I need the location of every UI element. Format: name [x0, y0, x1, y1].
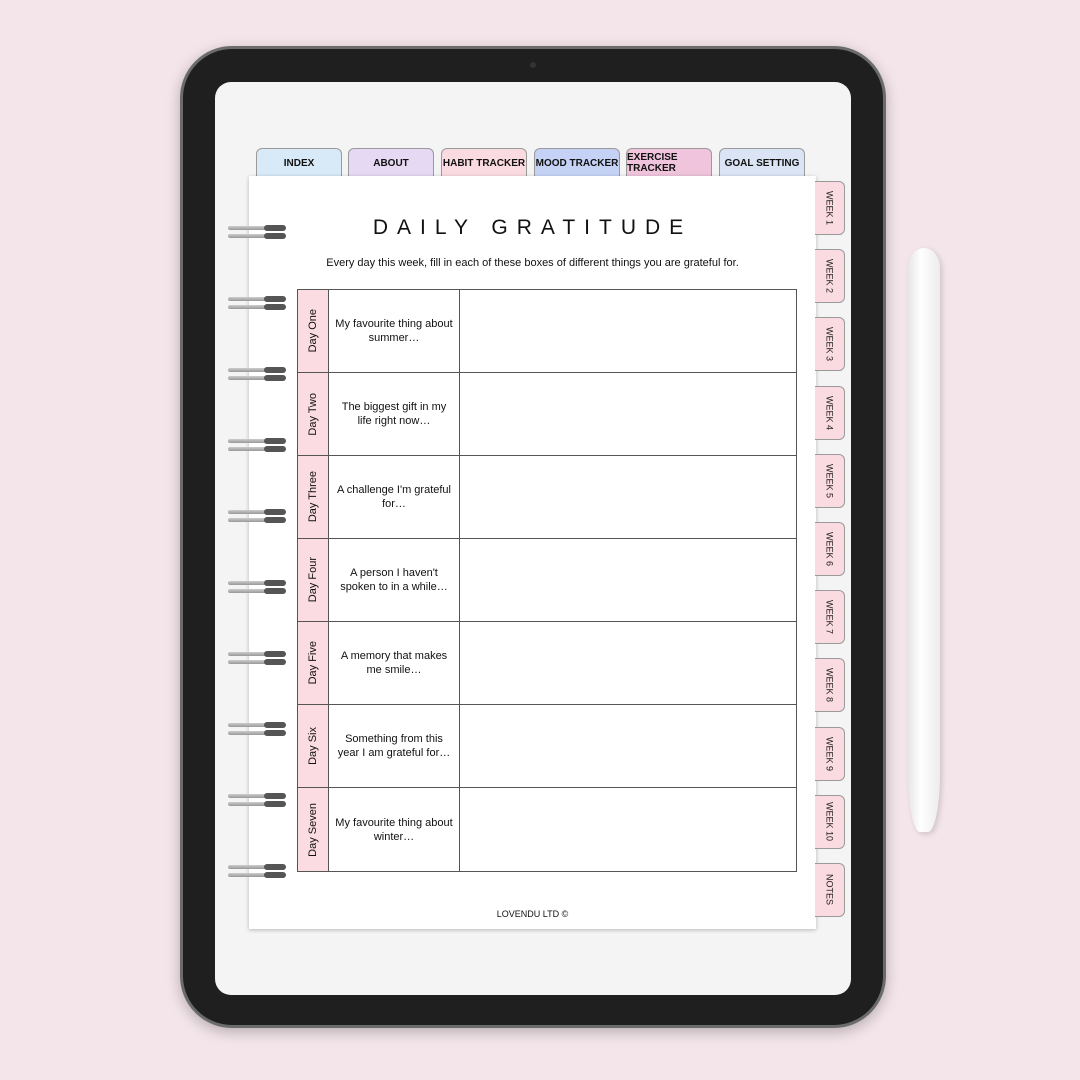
- tab-index[interactable]: INDEX: [256, 148, 342, 177]
- tab-mood-tracker[interactable]: MOOD TRACKER: [534, 148, 620, 177]
- day-label: Day Three: [307, 471, 319, 523]
- footer-copyright: LOVENDU LTD ©: [496, 909, 569, 919]
- tab-habit-tracker[interactable]: HABIT TRACKER: [441, 148, 527, 177]
- day-label-cell: Day One: [298, 290, 329, 372]
- side-tab-label: WEEK 10: [824, 802, 835, 842]
- side-tab-week-9[interactable]: WEEK 9: [815, 726, 845, 781]
- binder-ring: [228, 508, 286, 526]
- side-tab-label: WEEK 4: [824, 395, 835, 430]
- day-label-cell: Day Seven: [298, 788, 329, 871]
- binder-ring: [228, 721, 286, 739]
- side-tab-week-7[interactable]: WEEK 7: [815, 590, 845, 645]
- side-tab-notes[interactable]: NOTES: [815, 863, 845, 917]
- binder-ring: [228, 863, 286, 881]
- side-tab-label: WEEK 5: [824, 463, 835, 498]
- gratitude-table: Day One My favourite thing about summer… D…: [297, 289, 797, 872]
- table-row: Day One My favourite thing about summer…: [298, 290, 796, 373]
- side-tab-week-5[interactable]: WEEK 5: [815, 453, 845, 508]
- table-row: Day Four A person I haven't spoken to in …: [298, 539, 796, 622]
- binder-ring: [228, 579, 286, 597]
- answer-box[interactable]: [460, 705, 796, 787]
- prompt-cell: My favourite thing about winter…: [329, 788, 460, 871]
- side-tab-label: NOTES: [824, 874, 835, 906]
- day-label-cell: Day Five: [298, 622, 329, 704]
- table-row: Day Three A challenge I'm grateful for…: [298, 456, 796, 539]
- binder-ring: [228, 792, 286, 810]
- prompt-cell: A challenge I'm grateful for…: [329, 456, 460, 538]
- answer-box[interactable]: [460, 456, 796, 538]
- day-label: Day Five: [307, 641, 319, 685]
- tab-exercise-tracker[interactable]: EXERCISE TRACKER: [626, 148, 712, 177]
- prompt-cell: A memory that makes me smile…: [329, 622, 460, 704]
- page-subtitle: Every day this week, fill in each of the…: [326, 257, 739, 269]
- table-row: Day Two The biggest gift in my life right…: [298, 373, 796, 456]
- answer-box[interactable]: [460, 622, 796, 704]
- prompt-cell: The biggest gift in my life right now…: [329, 373, 460, 455]
- day-label: Day Six: [307, 727, 319, 765]
- camera: [530, 62, 536, 68]
- side-tab-week-1[interactable]: WEEK 1: [815, 181, 845, 235]
- tab-about[interactable]: ABOUT: [348, 148, 434, 177]
- side-tab-label: WEEK 1: [824, 190, 835, 225]
- table-row: Day Seven My favourite thing about winter…: [298, 788, 796, 871]
- side-tab-week-3[interactable]: WEEK 3: [815, 317, 845, 372]
- prompt-cell: A person I haven't spoken to in a while…: [329, 539, 460, 621]
- tab-goal-setting[interactable]: GOAL SETTING: [719, 148, 805, 177]
- side-tab-label: WEEK 9: [824, 736, 835, 771]
- table-row: Day Six Something from this year I am gra…: [298, 705, 796, 788]
- binder-ring: [228, 366, 286, 384]
- side-tab-label: WEEK 6: [824, 531, 835, 566]
- answer-box[interactable]: [460, 290, 796, 372]
- prompt-cell: Something from this year I am grateful f…: [329, 705, 460, 787]
- prompt-cell: My favourite thing about summer…: [329, 290, 460, 372]
- day-label: Day Seven: [307, 802, 319, 857]
- table-row: Day Five A memory that makes me smile…: [298, 622, 796, 705]
- binder-ring: [228, 295, 286, 313]
- side-tab-label: WEEK 2: [824, 259, 835, 294]
- answer-box[interactable]: [460, 539, 796, 621]
- side-tab-label: WEEK 3: [824, 327, 835, 362]
- day-label-cell: Day Two: [298, 373, 329, 455]
- side-tab-week-6[interactable]: WEEK 6: [815, 522, 845, 576]
- day-label: Day One: [307, 309, 319, 353]
- binder-ring: [228, 437, 286, 455]
- side-tab-week-8[interactable]: WEEK 8: [815, 658, 845, 713]
- day-label-cell: Day Six: [298, 705, 329, 787]
- side-tab-label: WEEK 7: [824, 600, 835, 635]
- stylus-pencil: [908, 248, 940, 832]
- page-title: DAILY GRATITUDE: [372, 216, 693, 239]
- side-tab-week-10[interactable]: WEEK 10: [815, 794, 845, 849]
- side-tab-week-2[interactable]: WEEK 2: [815, 249, 845, 304]
- binder-ring: [228, 650, 286, 668]
- day-label: Day Four: [307, 557, 319, 603]
- side-tab-week-4[interactable]: WEEK 4: [815, 385, 845, 440]
- day-label-cell: Day Four: [298, 539, 329, 621]
- side-tab-label: WEEK 8: [824, 668, 835, 703]
- day-label-cell: Day Three: [298, 456, 329, 538]
- answer-box[interactable]: [460, 788, 796, 871]
- day-label: Day Two: [307, 392, 319, 436]
- answer-box[interactable]: [460, 373, 796, 455]
